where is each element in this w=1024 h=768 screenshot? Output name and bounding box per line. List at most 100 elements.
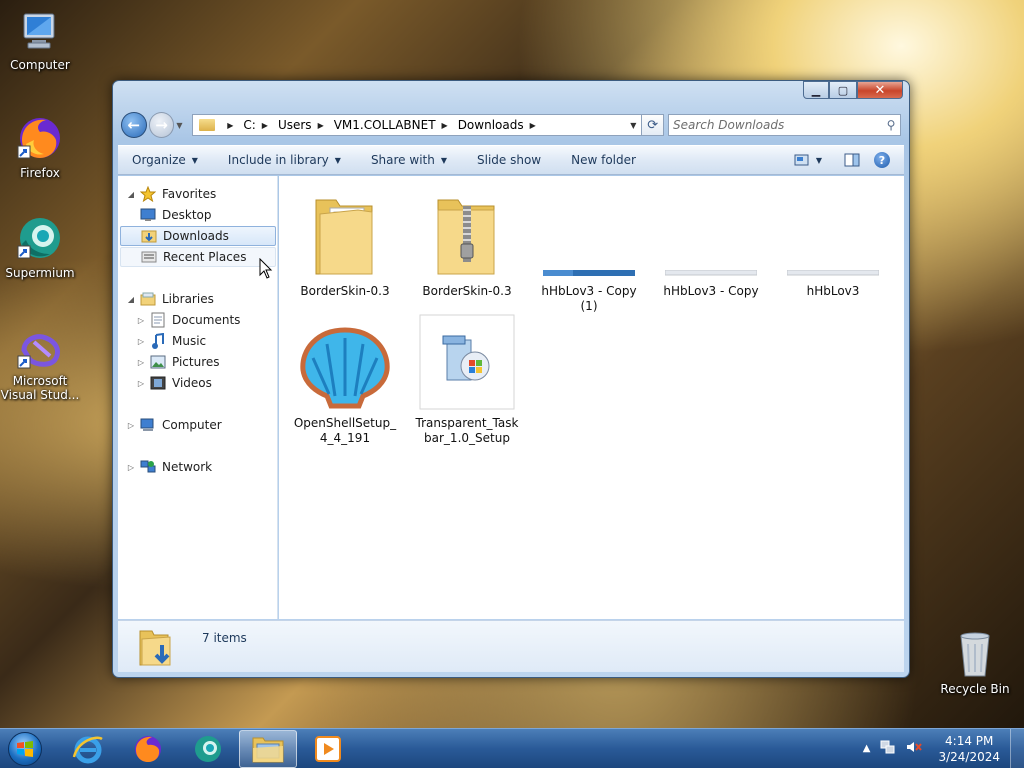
file-item[interactable]: OpenShellSetup_ 4_4_191 bbox=[285, 314, 405, 446]
volume-muted-icon[interactable] bbox=[906, 740, 923, 757]
file-item[interactable]: hHbLov3 bbox=[773, 182, 893, 299]
share-with-button[interactable]: Share with ▼ bbox=[371, 153, 447, 167]
breadcrumb-downloads[interactable]: Downloads ▶ bbox=[458, 118, 546, 132]
search-icon[interactable]: ⚲ bbox=[882, 118, 900, 132]
start-button[interactable] bbox=[5, 730, 45, 768]
new-folder-button[interactable]: New folder bbox=[571, 153, 636, 167]
breadcrumb-users[interactable]: Users ▶ bbox=[278, 118, 334, 132]
taskbar-firefox[interactable] bbox=[119, 730, 177, 768]
supermium-icon bbox=[195, 735, 221, 762]
installer-icon bbox=[419, 314, 515, 410]
collapsed-arrow-icon[interactable]: ▷ bbox=[126, 421, 136, 430]
include-in-library-label: Include in library bbox=[227, 153, 329, 167]
nav-label: Videos bbox=[172, 376, 212, 390]
nav-network[interactable]: ▷ Network bbox=[126, 457, 212, 477]
clock[interactable]: 4:14 PM 3/24/2024 bbox=[938, 733, 1000, 765]
new-folder-label: New folder bbox=[571, 153, 636, 167]
breadcrumb-c-drive[interactable]: C: ▶ bbox=[243, 118, 278, 132]
internet-explorer-icon bbox=[72, 736, 103, 763]
desktop-icon-supermium[interactable]: Supermium bbox=[0, 214, 80, 280]
nav-pictures[interactable]: ▷ Pictures bbox=[136, 352, 220, 372]
clock-time: 4:14 PM bbox=[945, 733, 994, 748]
windows-explorer-icon bbox=[252, 737, 284, 762]
collapsed-arrow-icon[interactable]: ▷ bbox=[136, 379, 146, 388]
taskbar-windows-explorer[interactable] bbox=[239, 729, 297, 768]
taskbar-media-player[interactable] bbox=[299, 730, 357, 768]
desktop-icon-recycle-bin[interactable]: Recycle Bin bbox=[935, 630, 1015, 696]
maximize-button[interactable]: ▢ bbox=[829, 81, 857, 99]
navigation-bar: ← → ▼ ▶ C: ▶ Users ▶ VM1.COLLABNET ▶ Downlo… bbox=[121, 111, 901, 139]
minimize-button[interactable]: ▁ bbox=[803, 81, 829, 99]
desktop-icon-visual-studio[interactable]: Microsoft Visual Stud... bbox=[0, 330, 80, 402]
organize-button[interactable]: Organize ▼ bbox=[132, 153, 198, 167]
taskbar-internet-explorer[interactable] bbox=[59, 730, 117, 768]
chevron-down-icon: ▼ bbox=[630, 120, 637, 130]
nav-favorites[interactable]: ◢ Favorites bbox=[126, 184, 216, 204]
folder-icon bbox=[199, 119, 216, 131]
videos-icon bbox=[150, 375, 166, 391]
breadcrumb-label: Downloads bbox=[457, 118, 524, 132]
breadcrumb-arrow-icon: ▶ bbox=[227, 120, 234, 130]
nav-music[interactable]: ▷ Music bbox=[136, 331, 206, 351]
nav-recent-places[interactable]: Recent Places bbox=[120, 247, 276, 267]
nav-documents[interactable]: ▷ Documents bbox=[136, 310, 240, 330]
help-button[interactable]: ? bbox=[874, 152, 904, 168]
collapsed-arrow-icon[interactable]: ▷ bbox=[136, 337, 146, 346]
slide-show-button[interactable]: Slide show bbox=[477, 153, 541, 167]
desktop-icon-computer[interactable]: Computer bbox=[0, 10, 80, 72]
file-name: OpenShellSetup_ bbox=[293, 416, 397, 430]
preview-pane-button[interactable] bbox=[844, 153, 860, 167]
breadcrumb-label: Users bbox=[277, 118, 312, 132]
forward-button[interactable]: → bbox=[148, 112, 175, 138]
search-input[interactable] bbox=[673, 118, 882, 132]
file-item[interactable]: Transparent_Task bar_1.0_Setup bbox=[407, 314, 527, 446]
computer-icon bbox=[140, 417, 156, 433]
change-view-button[interactable] bbox=[794, 153, 810, 167]
show-hidden-icons-button[interactable]: ▲ bbox=[863, 743, 871, 754]
address-bar[interactable]: ▶ C: ▶ Users ▶ VM1.COLLABNET ▶ Downloads ▶ ▼ bbox=[192, 114, 643, 136]
close-button[interactable]: ✕ bbox=[857, 81, 903, 99]
refresh-button[interactable]: ⟳ bbox=[642, 114, 664, 136]
maximize-icon: ▢ bbox=[837, 83, 849, 97]
breadcrumb-root-arrow[interactable]: ▶ bbox=[221, 121, 243, 130]
nav-libraries[interactable]: ◢ Libraries bbox=[126, 289, 214, 309]
collapsed-arrow-icon[interactable]: ▷ bbox=[126, 463, 136, 472]
nav-computer[interactable]: ▷ Computer bbox=[126, 415, 222, 435]
pictures-icon bbox=[150, 354, 166, 370]
search-box[interactable]: ⚲ bbox=[668, 114, 901, 136]
collapsed-arrow-icon[interactable]: ▷ bbox=[136, 316, 146, 325]
show-desktop-button[interactable] bbox=[1010, 728, 1024, 768]
file-item[interactable]: BorderSkin-0.3 bbox=[285, 182, 405, 299]
back-button[interactable]: ← bbox=[121, 112, 147, 138]
chevron-down-icon: ▼ bbox=[334, 155, 341, 165]
expanded-arrow-icon[interactable]: ◢ bbox=[126, 295, 136, 304]
desktop-icon-firefox[interactable]: Firefox bbox=[0, 114, 80, 180]
expanded-arrow-icon[interactable]: ◢ bbox=[126, 190, 136, 199]
desktop-icon bbox=[140, 207, 156, 223]
breadcrumb-user[interactable]: VM1.COLLABNET ▶ bbox=[334, 118, 458, 132]
file-item[interactable]: hHbLov3 - Copy (1) bbox=[529, 182, 649, 314]
file-item[interactable]: BorderSkin-0.3 bbox=[407, 182, 527, 299]
desktop-icon-label: Supermium bbox=[5, 266, 75, 280]
visual-studio-icon bbox=[17, 334, 61, 369]
taskbar-supermium[interactable] bbox=[179, 730, 237, 768]
documents-icon bbox=[150, 312, 166, 328]
nav-downloads[interactable]: Downloads bbox=[120, 226, 276, 246]
nav-desktop[interactable]: Desktop bbox=[136, 205, 212, 225]
include-in-library-button[interactable]: Include in library ▼ bbox=[228, 153, 341, 167]
file-name-line2: 4_4_191 bbox=[319, 431, 371, 445]
recent-pages-button[interactable]: ▼ bbox=[176, 121, 188, 130]
file-name: Transparent_Task bbox=[415, 416, 519, 430]
nav-label: Favorites bbox=[162, 187, 217, 201]
address-history-dropdown[interactable]: ▼ bbox=[625, 121, 641, 130]
media-player-icon bbox=[315, 735, 341, 762]
nav-videos[interactable]: ▷ Videos bbox=[136, 373, 212, 393]
chevron-down-icon: ▼ bbox=[176, 120, 183, 130]
collapsed-arrow-icon[interactable]: ▷ bbox=[136, 358, 146, 367]
share-with-label: Share with bbox=[370, 153, 435, 167]
caption-buttons: ▁ ▢ ✕ bbox=[803, 81, 903, 101]
view-options-dropdown[interactable]: ▼ bbox=[816, 156, 822, 165]
network-tray-icon[interactable] bbox=[880, 740, 896, 757]
file-item[interactable]: hHbLov3 - Copy bbox=[651, 182, 771, 299]
openshell-icon bbox=[300, 327, 390, 409]
